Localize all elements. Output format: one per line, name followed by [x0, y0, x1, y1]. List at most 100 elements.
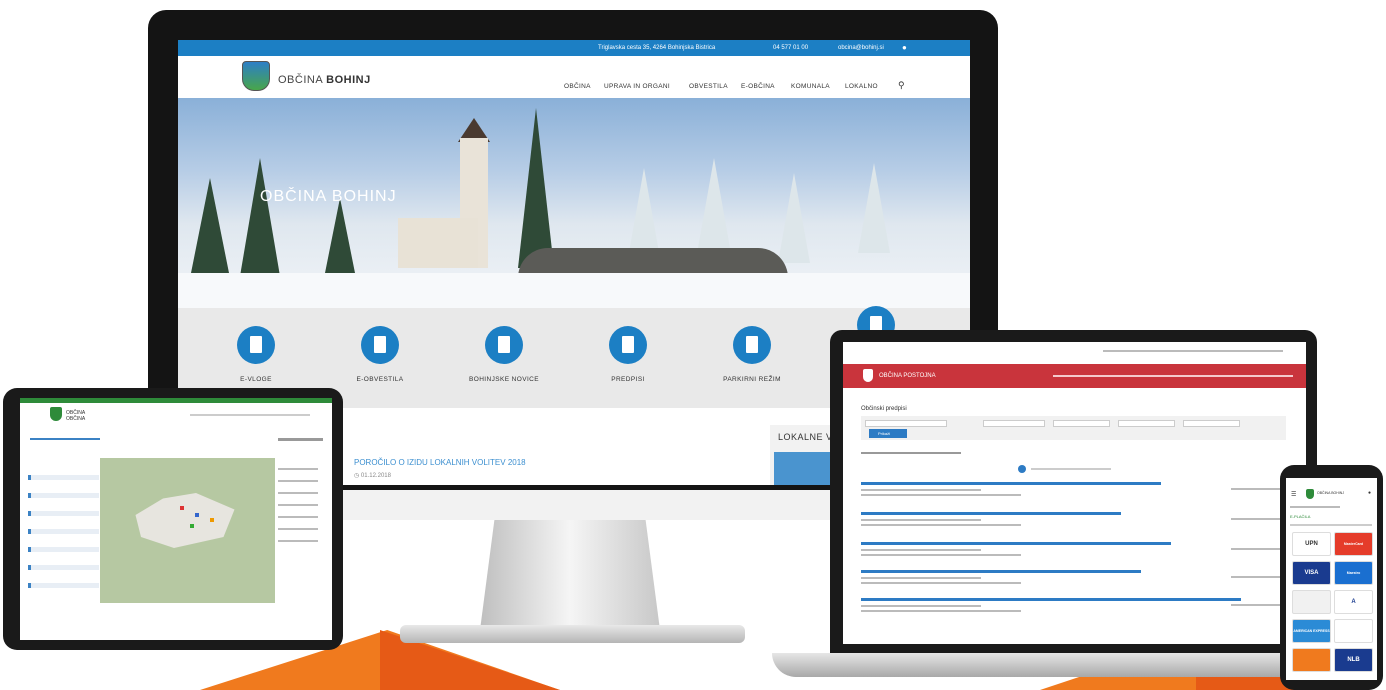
tablet-logo[interactable]	[50, 407, 62, 421]
news-title-link[interactable]: POROČILO O IZIDU LOKALNIH VOLITEV 2018	[354, 458, 526, 467]
service-bohinjske-novice[interactable]: BOHINJSKE NOVICE	[454, 326, 554, 383]
service-predpisi[interactable]: PREDPISI	[578, 326, 678, 383]
monitor-base	[400, 625, 745, 643]
snowy-tree	[698, 158, 730, 248]
map-legend	[278, 458, 328, 598]
monitor-stand	[480, 520, 660, 630]
phone-heading: E-PLAČILA	[1290, 514, 1311, 519]
list-item[interactable]	[28, 475, 99, 480]
nav-komunala[interactable]: KOMUNALA	[791, 83, 830, 90]
tablet-share-icons[interactable]	[278, 438, 323, 441]
list-item[interactable]	[28, 493, 99, 498]
service-label: E-OBVESTILA	[356, 376, 404, 383]
site-brand[interactable]: OBČINA BOHINJ	[278, 74, 371, 86]
legend-item[interactable]	[278, 492, 318, 494]
phone-breadcrumb[interactable]	[1290, 506, 1340, 508]
laptop-base	[772, 653, 1352, 677]
legend-item[interactable]	[278, 528, 318, 530]
laptop-top-links[interactable]	[1103, 350, 1283, 352]
list-item[interactable]	[861, 598, 1286, 620]
pagination[interactable]	[1031, 468, 1111, 470]
payment-card[interactable]: A	[1334, 590, 1373, 614]
nav-e-obcina[interactable]: E-OBČINA	[741, 83, 775, 90]
tablet-screen: OBČINA OBČINA	[20, 398, 332, 640]
show-button[interactable]: Prikaži	[869, 429, 907, 438]
phone-text[interactable]: 04 577 01 00	[773, 45, 808, 51]
address-text: Triglavska cesta 35, 4264 Bohinjska Bist…	[598, 45, 716, 51]
filter-select[interactable]	[1053, 420, 1110, 427]
service-e-vloge[interactable]: E-VLOGE	[206, 326, 306, 383]
user-icon[interactable]: ●	[1368, 490, 1371, 496]
pine-tree	[188, 178, 232, 288]
payment-card[interactable]: VISA	[1292, 561, 1331, 585]
list-item[interactable]	[28, 529, 99, 534]
list-item[interactable]	[28, 565, 99, 570]
legend-item[interactable]	[278, 504, 318, 506]
pagination-current[interactable]	[1018, 465, 1026, 473]
legend-item[interactable]	[278, 540, 318, 542]
list-item[interactable]	[28, 547, 99, 552]
payment-card[interactable]: UPN	[1292, 532, 1331, 556]
pine-tree	[518, 108, 554, 268]
search-input[interactable]	[865, 420, 947, 427]
payment-card[interactable]: Maestro	[1334, 561, 1373, 585]
laptop-logo[interactable]	[863, 369, 873, 382]
legend-item[interactable]	[278, 468, 318, 470]
payment-card[interactable]: AMERICAN EXPRESS	[1292, 619, 1331, 643]
list-item[interactable]	[861, 512, 1286, 534]
service-label: E-VLOGE	[240, 376, 272, 383]
nav-lokalno[interactable]: LOKALNO	[845, 83, 878, 90]
list-item[interactable]	[28, 511, 99, 516]
map-marker[interactable]	[195, 513, 199, 517]
nav-uprava-in-organi[interactable]: UPRAVA IN ORGANI	[604, 83, 670, 90]
list-item[interactable]	[861, 482, 1286, 504]
nav-obcina[interactable]: OBČINA	[564, 83, 591, 90]
tablet-breadcrumb[interactable]	[30, 438, 100, 440]
tablet-brand-line2: OBČINA	[66, 416, 86, 422]
legend-item[interactable]	[278, 516, 318, 518]
map-marker[interactable]	[180, 506, 184, 510]
page-title: Občinski predpisi	[861, 406, 907, 412]
nav-obvestila[interactable]: OBVESTILA	[689, 83, 728, 90]
payment-card[interactable]: MasterCard	[1334, 532, 1373, 556]
user-icon[interactable]: ●	[902, 43, 907, 52]
list-item[interactable]	[861, 570, 1286, 592]
laptop-screen: OBČINA POSTOJNA Občinski predpisi Prikaž…	[843, 342, 1306, 644]
payment-card[interactable]	[1292, 590, 1331, 614]
list-item[interactable]	[861, 542, 1286, 564]
tablet-brand[interactable]: OBČINA OBČINA	[66, 410, 85, 422]
snowy-tree	[628, 168, 660, 258]
legend-item[interactable]	[278, 480, 318, 482]
payment-card[interactable]	[1292, 648, 1331, 672]
map-marker[interactable]	[190, 524, 194, 528]
news-date-text: 01.12.2018	[360, 473, 391, 479]
clock-icon: ◷	[354, 473, 360, 479]
main-navbar: OBČINA BOHINJ OBČINA UPRAVA IN ORGANI OB…	[178, 56, 970, 99]
search-icon[interactable]: ⚲	[898, 80, 905, 91]
filter-select[interactable]	[1118, 420, 1175, 427]
service-parkirni-rezim[interactable]: PARKIRNI REŽIM	[702, 326, 802, 383]
email-text[interactable]: obcina@bohinj.si	[838, 45, 884, 51]
news-date: ◷ 01.12.2018	[354, 472, 391, 479]
filter-select[interactable]	[1183, 420, 1240, 427]
phone-logo[interactable]	[1306, 489, 1314, 499]
filter-select[interactable]	[983, 420, 1045, 427]
coat-of-arms-logo[interactable]	[242, 61, 270, 91]
map-marker[interactable]	[210, 518, 214, 522]
service-label: BOHINJSKE NOVICE	[469, 376, 539, 383]
car-icon	[733, 326, 771, 364]
laptop-nav[interactable]	[1053, 375, 1293, 377]
tabs-row[interactable]	[861, 452, 961, 454]
payment-card[interactable]	[1334, 619, 1373, 643]
payment-card[interactable]: NLB	[1334, 648, 1373, 672]
service-e-obvestila[interactable]: E-OBVESTILA	[330, 326, 430, 383]
tablet-nav[interactable]	[190, 414, 310, 416]
hero-title: OBČINA BOHINJ	[260, 188, 397, 205]
laptop-brand[interactable]: OBČINA POSTOJNA	[879, 373, 936, 379]
menu-icon[interactable]: ☰	[1291, 491, 1296, 498]
documents-icon	[361, 326, 399, 364]
show-button-label: Prikaži	[878, 431, 891, 436]
list-item[interactable]	[28, 583, 99, 588]
service-label: PREDPISI	[611, 376, 645, 383]
phone-brand[interactable]: OBČINA BOHINJ	[1317, 491, 1344, 495]
